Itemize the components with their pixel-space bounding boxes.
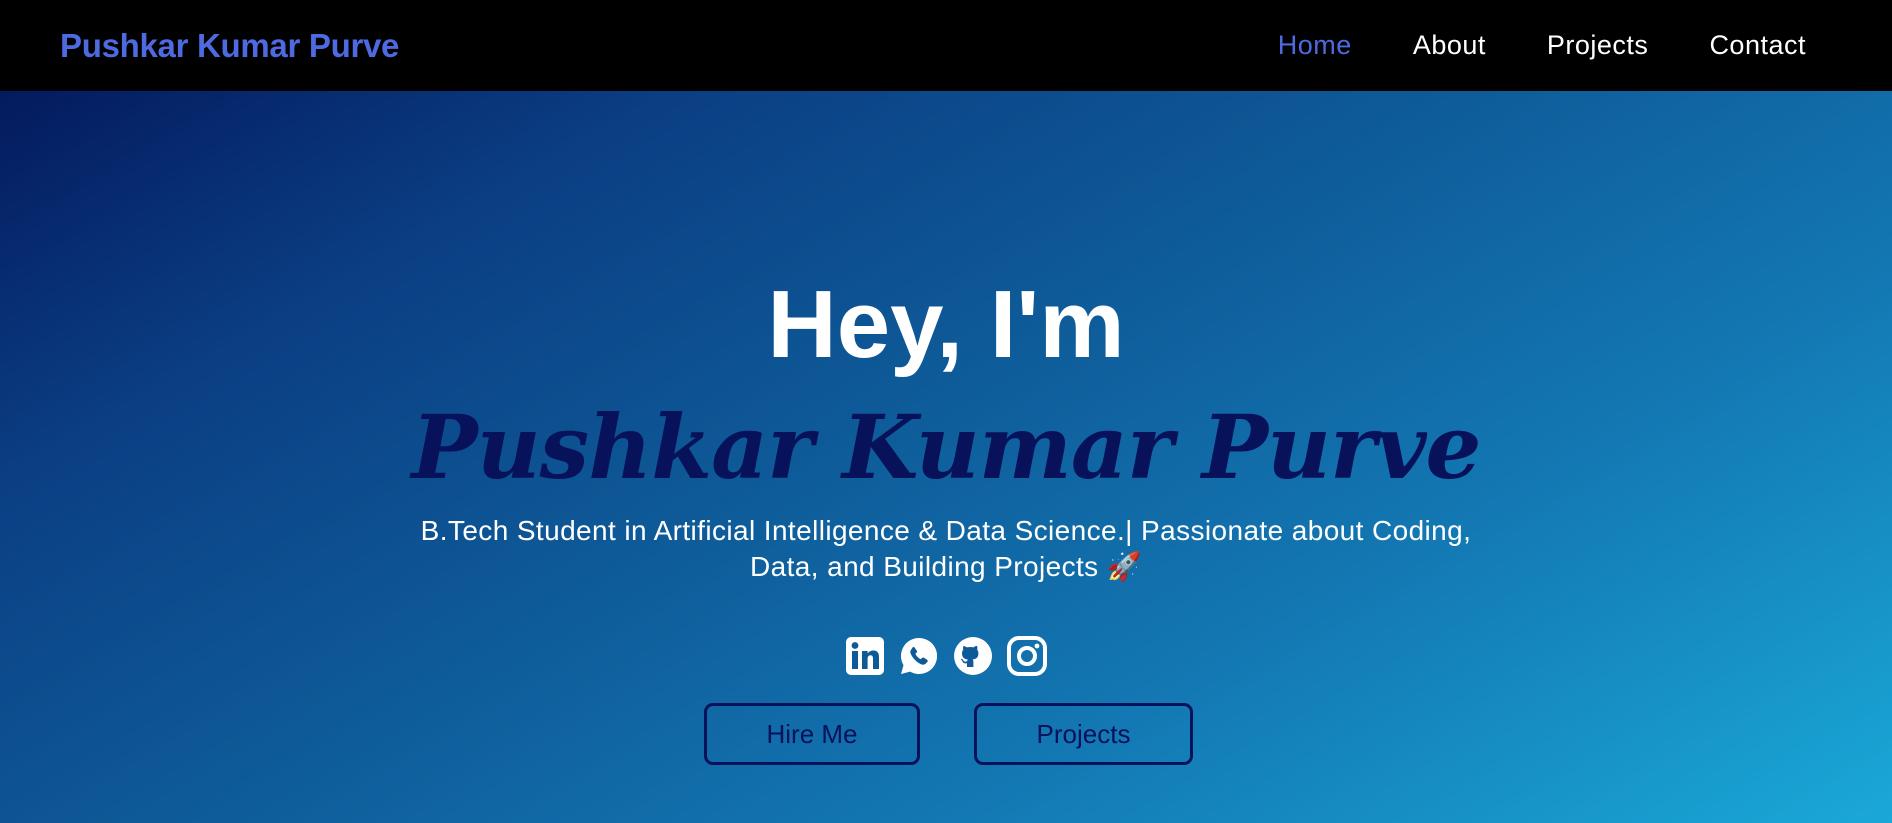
hire-me-button[interactable]: Hire Me <box>704 703 920 765</box>
nav-link-home[interactable]: Home <box>1278 30 1352 61</box>
nav-links: Home About Projects Contact <box>1217 30 1806 61</box>
brand-logo[interactable]: Pushkar Kumar Purve <box>60 27 399 65</box>
projects-button[interactable]: Projects <box>974 703 1193 765</box>
social-links <box>0 636 1892 676</box>
hero-tagline: B.Tech Student in Artificial Intelligenc… <box>420 515 1472 582</box>
linkedin-icon[interactable] <box>845 636 885 676</box>
navbar: Pushkar Kumar Purve Home About Projects … <box>0 0 1892 91</box>
whatsapp-icon[interactable] <box>899 636 939 676</box>
hero-section: Hey, I'm Pushkar Kumar Purve B.Tech Stud… <box>0 91 1892 823</box>
nav-link-projects[interactable]: Projects <box>1547 30 1649 61</box>
instagram-icon[interactable] <box>1007 636 1047 676</box>
hero-greeting: Hey, I'm <box>767 271 1125 378</box>
github-icon[interactable] <box>953 636 993 676</box>
nav-link-contact[interactable]: Contact <box>1709 30 1806 61</box>
nav-link-about[interactable]: About <box>1413 30 1486 61</box>
hero-name: Pushkar Kumar Purve <box>411 395 1482 499</box>
